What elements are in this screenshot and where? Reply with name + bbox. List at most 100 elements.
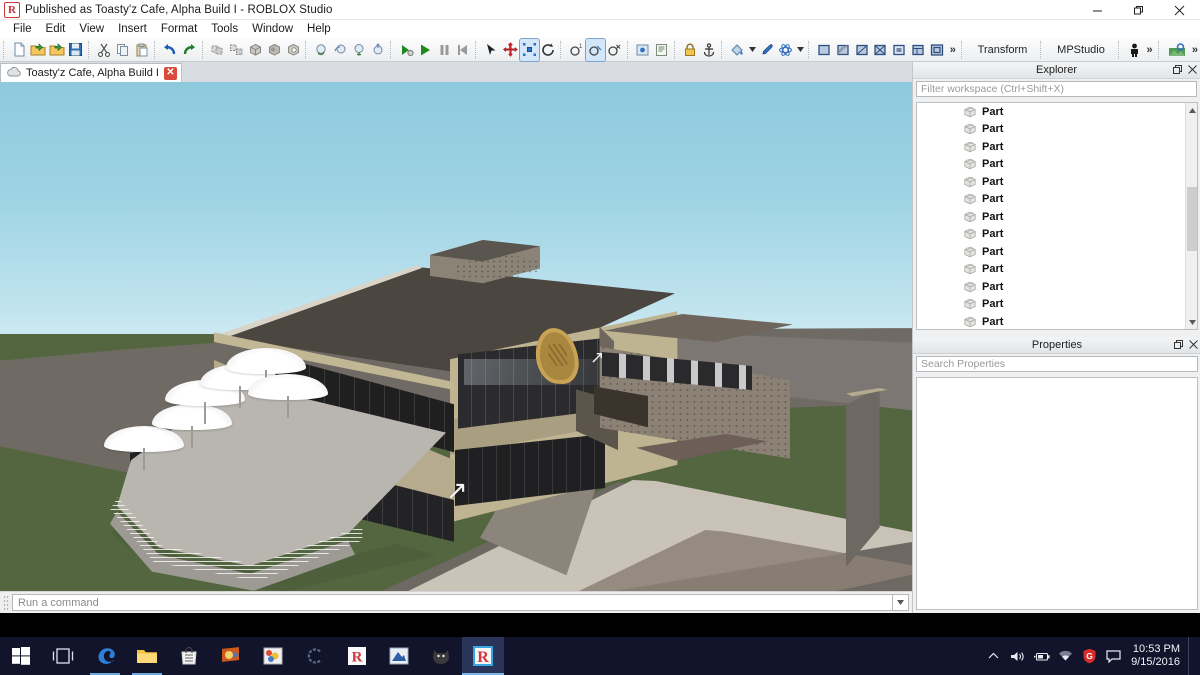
store-button[interactable] — [168, 637, 210, 675]
plugin-tab-mpstudio[interactable]: MPStudio — [1047, 42, 1115, 58]
explorer-tree-item[interactable]: Part — [917, 261, 1197, 279]
script-icon[interactable] — [652, 39, 671, 61]
rotate-constraint-icon[interactable] — [331, 39, 350, 61]
plugin-icon[interactable] — [633, 39, 652, 61]
roblox-player-button[interactable]: R — [336, 637, 378, 675]
plugin-tab-transform[interactable]: Transform — [968, 42, 1038, 58]
negate-icon[interactable] — [284, 39, 303, 61]
close-button[interactable] — [1159, 0, 1200, 20]
open-from-roblox-icon[interactable] — [47, 39, 66, 61]
group-icon[interactable] — [208, 39, 227, 61]
explorer-filter-input[interactable]: Filter workspace (Ctrl+Shift+X) — [916, 81, 1197, 97]
explorer-tree-item[interactable]: Part — [917, 208, 1197, 226]
explorer-tree-item[interactable]: Part — [917, 278, 1197, 296]
weld-icon[interactable] — [312, 39, 331, 61]
maximize-button[interactable] — [1118, 0, 1159, 20]
cut-icon[interactable] — [95, 39, 114, 61]
chevron-up-icon[interactable] — [981, 637, 1005, 675]
toolbar-overflow-2[interactable]: » — [1143, 44, 1154, 56]
menu-window[interactable]: Window — [245, 21, 300, 37]
explorer-tree-item[interactable]: Part — [917, 121, 1197, 139]
stop-step-icon[interactable] — [454, 39, 473, 61]
taskbar-clock[interactable]: 10:53 PM 9/15/2016 — [1125, 643, 1188, 669]
menu-file[interactable]: File — [6, 21, 39, 37]
part-block-icon[interactable] — [815, 39, 834, 61]
explorer-tree-item[interactable]: Part — [917, 138, 1197, 156]
file-explorer-button[interactable] — [126, 637, 168, 675]
avatar-icon[interactable] — [1125, 39, 1144, 61]
open-file-icon[interactable] — [29, 39, 48, 61]
eyedropper-icon[interactable] — [757, 39, 776, 61]
collision-off-icon[interactable] — [605, 39, 624, 61]
minimize-button[interactable] — [1077, 0, 1118, 20]
menu-view[interactable]: View — [72, 21, 111, 37]
explorer-tree-item[interactable]: Part — [917, 296, 1197, 314]
explorer-tree-item[interactable]: Part — [917, 103, 1197, 121]
save-icon[interactable] — [66, 39, 85, 61]
paint-bucket-icon[interactable] — [728, 39, 747, 61]
undo-icon[interactable] — [161, 39, 180, 61]
properties-list[interactable] — [916, 377, 1198, 610]
start-button[interactable] — [0, 637, 42, 675]
part-cornerwedge-icon[interactable] — [872, 39, 891, 61]
play-icon[interactable] — [416, 39, 435, 61]
explorer-scroll-thumb[interactable] — [1187, 187, 1197, 251]
part-spawn-icon[interactable] — [928, 39, 947, 61]
float-panel-icon[interactable] — [1173, 64, 1182, 77]
hinge-icon[interactable] — [369, 39, 388, 61]
select-tool-icon[interactable] — [482, 39, 501, 61]
anchor-icon[interactable] — [700, 39, 719, 61]
copy-icon[interactable] — [114, 39, 133, 61]
part-truss-icon[interactable] — [909, 39, 928, 61]
color-dropdown-icon[interactable] — [747, 39, 757, 61]
scroll-up-icon[interactable] — [1186, 103, 1197, 117]
menu-insert[interactable]: Insert — [111, 21, 154, 37]
part-sphere-icon[interactable] — [834, 39, 853, 61]
lock-icon[interactable] — [681, 39, 700, 61]
explorer-tree-item[interactable]: Part — [917, 156, 1197, 174]
menu-tools[interactable]: Tools — [204, 21, 245, 37]
redo-icon[interactable] — [180, 39, 199, 61]
explorer-tree-item[interactable]: Part — [917, 191, 1197, 209]
menu-help[interactable]: Help — [300, 21, 338, 37]
toolbar-overflow-3[interactable]: » — [1189, 44, 1200, 56]
float-panel-icon[interactable] — [1174, 339, 1183, 352]
cdrive-button[interactable] — [294, 637, 336, 675]
ungroup-icon[interactable] — [227, 39, 246, 61]
command-bar-grip[interactable] — [3, 594, 9, 611]
notification-icon[interactable] — [1101, 637, 1125, 675]
material-icon[interactable] — [776, 39, 795, 61]
edge-button[interactable] — [84, 637, 126, 675]
material-dropdown-icon[interactable] — [795, 39, 805, 61]
wifi-icon[interactable] — [1053, 637, 1077, 675]
pause-icon[interactable] — [435, 39, 454, 61]
explorer-tree-item[interactable]: Part — [917, 173, 1197, 191]
roblox-studio-button[interactable]: R — [462, 637, 504, 675]
scroll-down-icon[interactable] — [1186, 315, 1197, 329]
collision-fraction-icon[interactable] — [585, 37, 606, 62]
menu-format[interactable]: Format — [154, 21, 204, 37]
explorer-tree[interactable]: Part Part Part Part Part Part Part Part Part Part… — [916, 102, 1198, 330]
show-desktop-button[interactable] — [1188, 637, 1194, 675]
run-command-input[interactable]: Run a command — [12, 594, 893, 611]
shield-g-icon[interactable]: G — [1077, 637, 1101, 675]
sticky-notes-button[interactable] — [378, 637, 420, 675]
move-tool-icon[interactable] — [501, 39, 520, 61]
explorer-tree-item[interactable]: Part — [917, 313, 1197, 329]
scale-tool-icon[interactable] — [518, 37, 540, 62]
play-solo-icon[interactable] — [397, 39, 416, 61]
wolf-app-button[interactable] — [420, 637, 462, 675]
rotate-tool-icon[interactable] — [539, 39, 558, 61]
part-wedge-icon[interactable] — [853, 39, 872, 61]
media-player-button[interactable] — [210, 637, 252, 675]
command-history-dropdown[interactable] — [893, 594, 909, 611]
menu-edit[interactable]: Edit — [39, 21, 73, 37]
close-panel-icon[interactable] — [1188, 64, 1197, 77]
paint-button[interactable] — [252, 637, 294, 675]
battery-icon[interactable] — [1029, 637, 1053, 675]
part-cylinder-icon[interactable] — [890, 39, 909, 61]
paste-icon[interactable] — [132, 39, 151, 61]
union-icon[interactable] — [265, 39, 284, 61]
motor-icon[interactable] — [350, 39, 369, 61]
document-tab-close-button[interactable]: ✕ — [163, 66, 177, 80]
